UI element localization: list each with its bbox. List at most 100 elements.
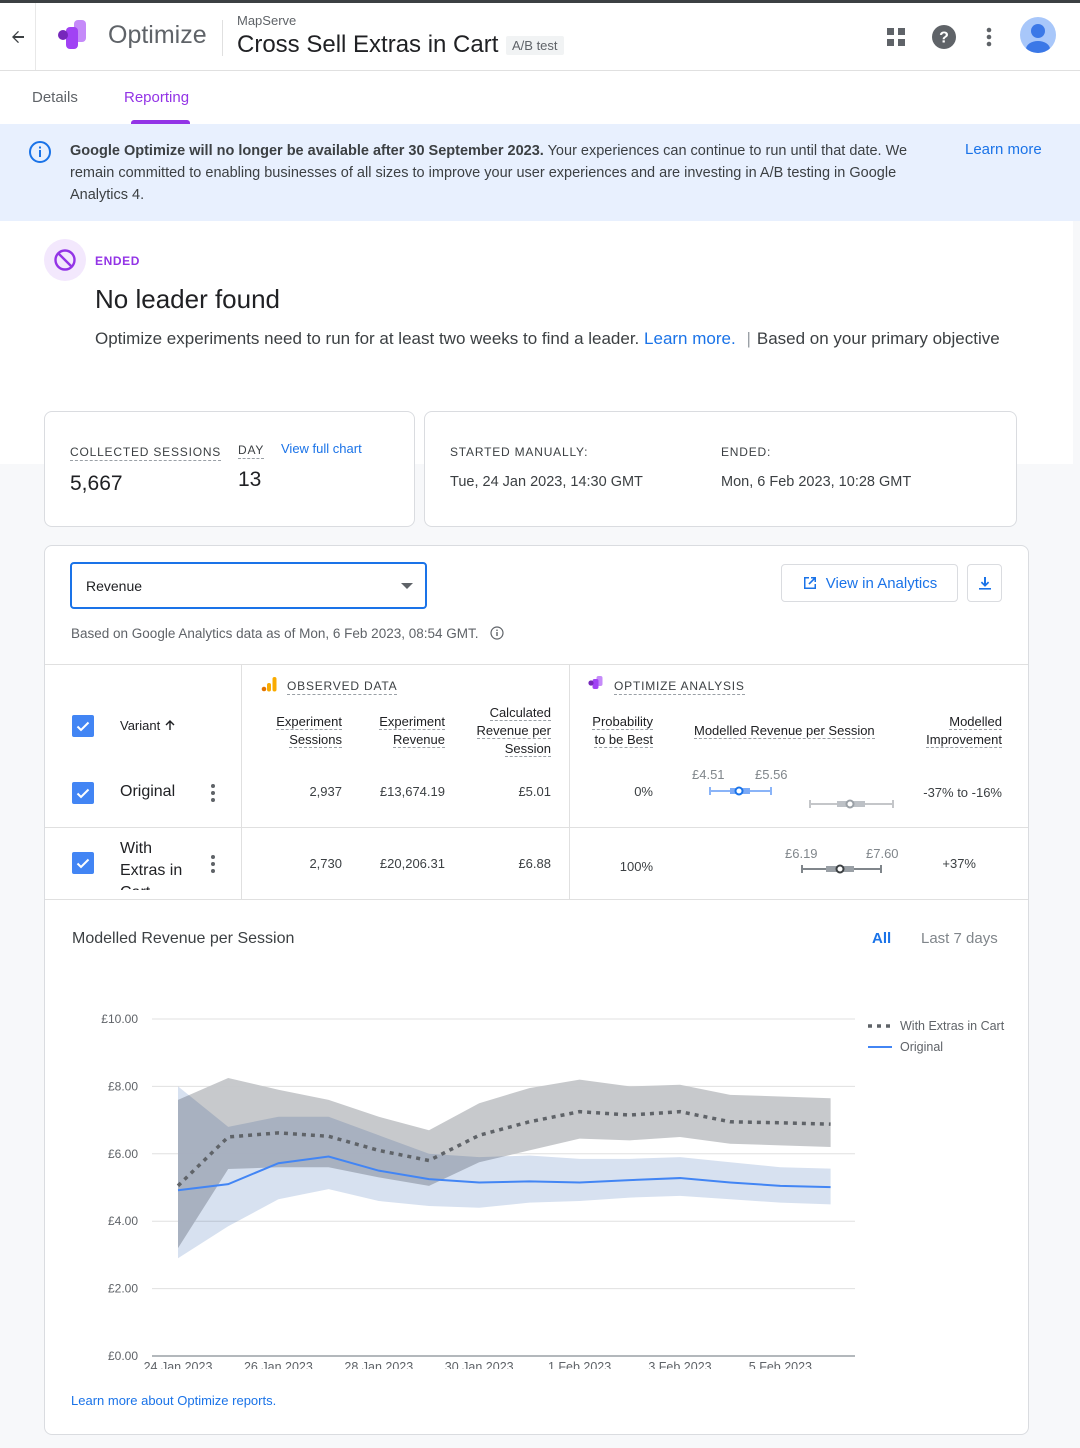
x-tick-label: 24 Jan 2023 [144,1360,213,1369]
y-tick-label: £4.00 [108,1214,138,1228]
col-experiment-sessions[interactable]: Experiment Sessions [276,713,342,749]
dropdown-caret-icon [401,583,413,589]
x-tick-label: 1 Feb 2023 [548,1360,611,1369]
x-tick-label: 26 Jan 2023 [244,1360,313,1369]
account-avatar-icon [1026,24,1050,53]
day-value: 13 [238,468,262,491]
cell-sessions: 2,730 [309,856,342,871]
apps-grid-icon [887,28,905,46]
legend-label-with-extras: With Extras in Cart [900,1019,1005,1033]
help-button[interactable]: ? [928,21,960,53]
x-tick-label: 28 Jan 2023 [344,1360,413,1369]
back-button[interactable] [0,3,36,70]
range-all-button[interactable]: All [872,930,891,947]
modelled-rps-chart: £0.00 £2.00 £4.00 £6.00 £8.00 £10.00 24 Jan 20… [101,1012,1005,1369]
cell-improvement: +37% [942,856,976,871]
experiment-type-badge: A/B test [506,36,564,55]
tab-details[interactable]: Details [32,89,78,106]
banner-bold-text: Google Optimize will no longer be availa… [70,143,544,159]
banner-learn-more-link[interactable]: Learn more [965,141,1042,158]
dates-card: STARTED MANUALLY: Tue, 24 Jan 2023, 14:3… [424,411,1017,527]
status-label: ENDED [95,254,141,268]
y-tick-label: £8.00 [108,1079,138,1093]
ci-high-label: £5.56 [755,767,788,782]
row-checkbox[interactable] [72,852,94,874]
collected-sessions-label: COLLECTED SESSIONS [70,445,222,461]
view-in-analytics-label: View in Analytics [825,574,938,592]
collected-sessions-value: 5,667 [70,472,123,495]
info-icon [29,141,51,163]
banner-message: Google Optimize will no longer be availa… [70,140,920,206]
ci-point [734,786,744,796]
status-description-text: Optimize experiments need to run for at … [95,329,640,348]
col-modelled-improvement[interactable]: Modelled Improvement [926,713,1002,749]
open-in-new-icon [803,577,816,589]
status-objective-text: Based on your primary objective [756,329,1000,348]
info-outline-icon[interactable] [490,626,504,640]
x-tick-label: 30 Jan 2023 [445,1360,514,1369]
started-value: Tue, 24 Jan 2023, 14:30 GMT [450,474,643,490]
ended-label: ENDED: [721,445,772,459]
ci-low-label: £6.19 [785,846,818,861]
account-name[interactable]: MapServe [237,13,296,28]
arrow-up-icon [165,720,175,730]
variant-sort-header[interactable]: Variant [120,718,176,733]
cell-revenue: £20,206.31 [379,856,445,871]
brand-name: Optimize [108,21,207,49]
deprecation-banner: Google Optimize will no longer be availa… [0,124,1080,221]
row-menu-button[interactable] [205,781,221,805]
account-avatar[interactable] [1020,17,1056,53]
download-icon [978,577,991,590]
y-tick-label: £6.00 [108,1147,138,1161]
optimize-analysis-icon [588,676,603,689]
table-col-divider [241,664,242,899]
y-tick-label: £0.00 [108,1349,138,1363]
row-menu-button[interactable] [205,852,221,876]
help-icon: ? [932,25,956,49]
optimize-analysis-header: OPTIMIZE ANALYSIS [614,679,745,695]
day-label: DAY [238,443,265,459]
cell-improvement: -37% to -16% [923,785,1002,800]
observed-data-header: OBSERVED DATA [287,679,398,695]
row-checkbox[interactable] [72,782,94,804]
check-icon [76,721,90,732]
variant-header-label: Variant [120,718,161,733]
status-title: No leader found [95,284,281,314]
objective-selected-value: Revenue [86,578,143,594]
select-all-checkbox[interactable] [72,715,94,737]
status-learn-more-link[interactable]: Learn more. [644,329,736,348]
download-button[interactable] [967,564,1002,602]
objective-dropdown[interactable]: Revenue [70,562,427,609]
cell-probability: 0% [634,784,653,799]
view-in-analytics-button[interactable]: View in Analytics [781,564,958,602]
col-experiment-revenue[interactable]: Experiment Revenue [379,713,445,749]
variant-name: Original [120,783,176,800]
apps-button[interactable] [880,21,912,53]
ci-point-reference [845,799,855,809]
svg-text:?: ? [939,30,949,47]
check-icon [76,858,90,869]
more-options-button[interactable] [973,21,1005,53]
header-divider [222,20,223,56]
ci-plot-extras [801,864,882,874]
ci-low-label: £4.51 [692,767,725,782]
ci-point [835,864,845,874]
ci-high-label: £7.60 [866,846,899,861]
col-probability-best[interactable]: Probability to be Best [592,713,653,749]
col-modelled-rps[interactable]: Modelled Revenue per Session [694,722,875,740]
table-row-divider [45,827,1028,828]
data-freshness-text: Based on Google Analytics data as of Mon… [71,626,479,641]
col-calculated-rps[interactable]: Calculated Revenue per Session [476,704,551,758]
cell-revenue: £13,674.19 [379,784,445,799]
variant-name: WithExtras inCart [120,840,183,890]
tab-bar: Details Reporting [0,71,1080,124]
view-full-chart-link[interactable]: View full chart [281,441,362,456]
range-last-7-days-button[interactable]: Last 7 days [921,930,998,947]
learn-more-reports-link[interactable]: Learn more about Optimize reports. [71,1393,276,1408]
tab-reporting[interactable]: Reporting [124,89,189,106]
status-badge [44,239,86,281]
more-vert-icon [986,27,992,47]
sessions-card: COLLECTED SESSIONS 5,667 DAY 13 View ful… [44,411,415,527]
y-tick-label: £2.00 [108,1282,138,1296]
cell-probability: 100% [619,859,653,874]
